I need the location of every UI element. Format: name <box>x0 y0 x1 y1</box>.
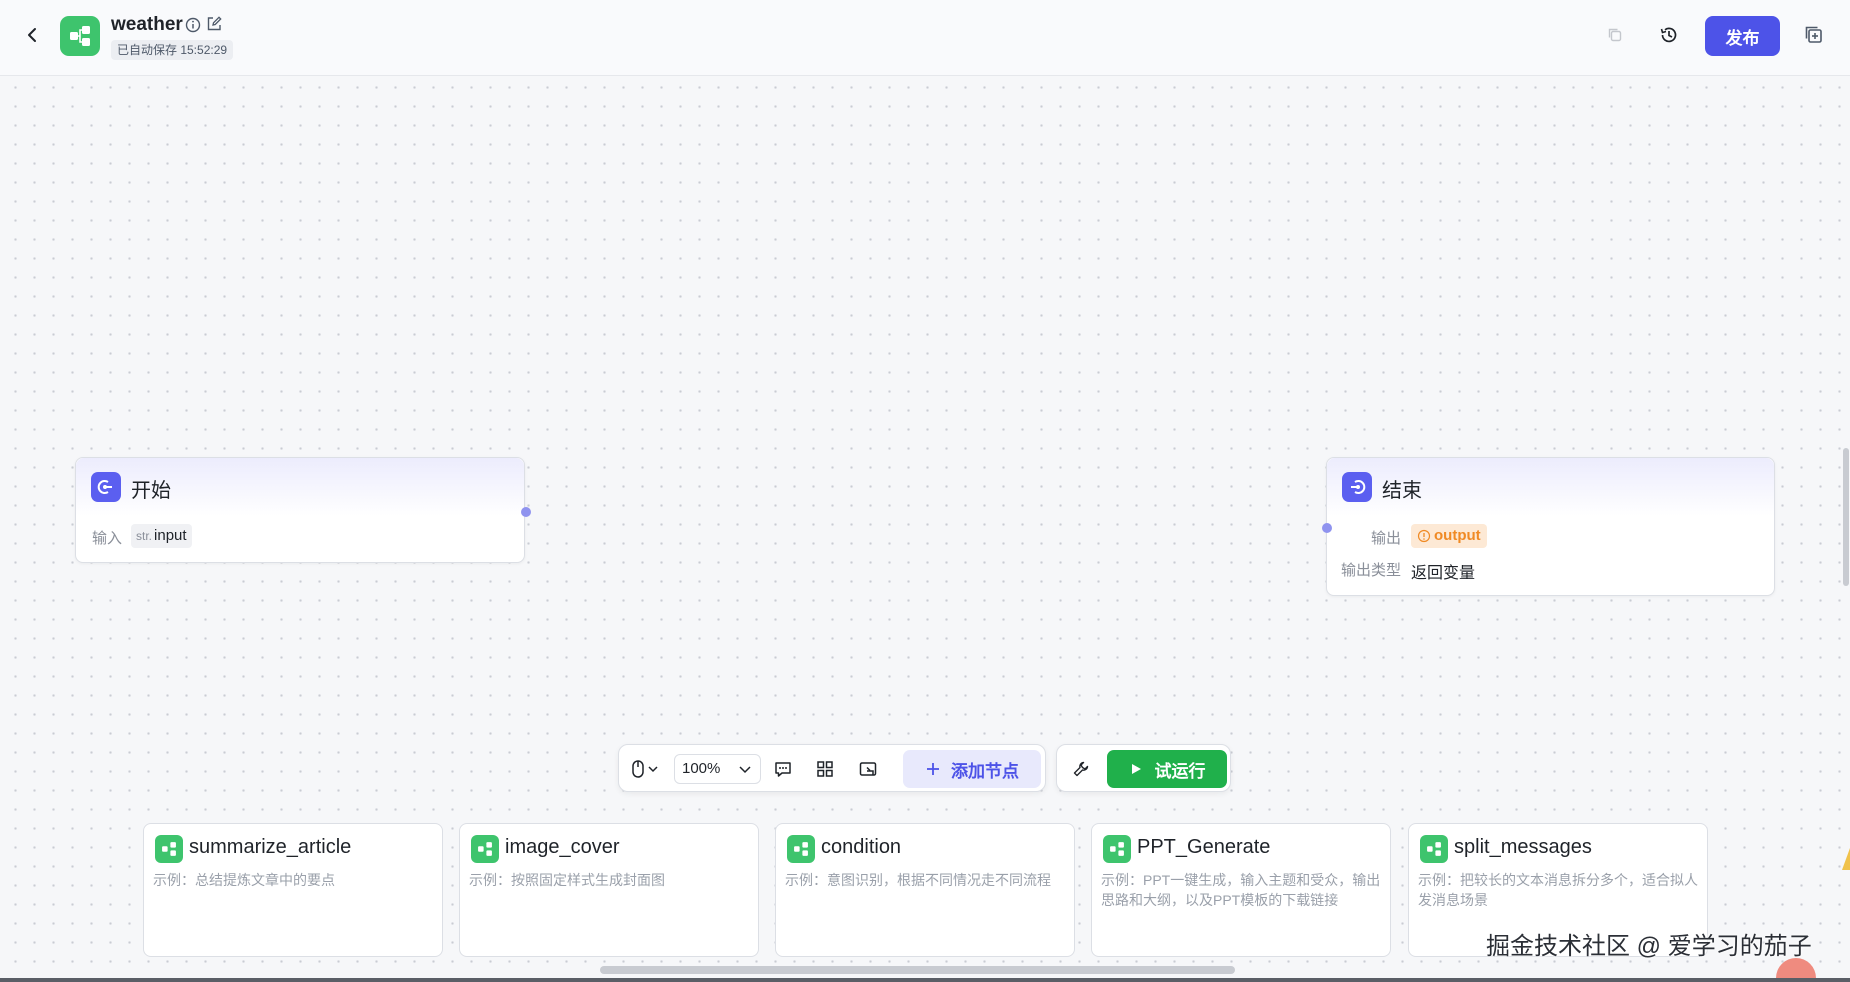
history-icon[interactable] <box>1656 22 1682 48</box>
output-type-value: 返回变量 <box>1411 565 1476 582</box>
minimap-icon[interactable] <box>856 757 880 781</box>
chevron-left-icon[interactable] <box>22 22 44 48</box>
zoom-select[interactable]: 100% <box>674 754 761 784</box>
copy-icon[interactable] <box>1602 22 1628 48</box>
add-node-label: 添加节点 <box>951 761 1019 781</box>
template-card[interactable]: condition 示例：意图识别，根据不同情况走不同流程 <box>775 823 1075 957</box>
template-desc: 示例：把较长的文本消息拆分多个，适合拟人发消息场景 <box>1418 872 1698 908</box>
template-title: image_cover <box>505 836 620 858</box>
template-card[interactable]: image_cover 示例：按照固定样式生成封面图 <box>459 823 759 957</box>
template-desc: 示例：按照固定样式生成封面图 <box>469 872 665 888</box>
output-variable-tag: output <box>1411 524 1487 548</box>
horizontal-scrollbar[interactable] <box>600 966 1235 974</box>
wrench-icon[interactable] <box>1069 757 1093 781</box>
top-header: weather 已自动保存 15:52:29 发布 <box>0 0 1850 76</box>
mouse-icon[interactable] <box>629 757 665 781</box>
input-label: 输入 <box>92 530 123 547</box>
template-title: PPT_Generate <box>1137 836 1271 858</box>
end-icon <box>1342 472 1372 502</box>
panel-icon[interactable] <box>1801 22 1827 48</box>
template-desc: 示例：总结提炼文章中的要点 <box>153 872 335 888</box>
workflow-icon <box>1103 835 1131 863</box>
workflow-app-icon <box>60 16 100 56</box>
start-icon <box>91 472 121 502</box>
end-node[interactable]: 结束 输出 output 输出类型 返回变量 <box>1326 457 1775 596</box>
variable-type: str. <box>136 529 153 543</box>
start-node-title: 开始 <box>131 480 171 502</box>
output-label: 输出 <box>1371 530 1402 547</box>
output-variable-name: output <box>1434 527 1481 544</box>
grid-icon[interactable] <box>813 757 837 781</box>
bottom-border <box>0 978 1850 982</box>
start-output-port[interactable] <box>521 507 531 517</box>
play-icon <box>1131 764 1141 774</box>
template-card[interactable]: summarize_article 示例：总结提炼文章中的要点 <box>143 823 443 957</box>
plus-icon <box>927 763 939 775</box>
template-desc: 示例：意图识别，根据不同情况走不同流程 <box>785 872 1051 888</box>
template-title: summarize_article <box>189 836 352 858</box>
input-variable-tag: str. input <box>131 524 192 548</box>
zoom-value: 100% <box>682 760 721 777</box>
chevron-down-icon <box>739 766 751 774</box>
workflow-icon <box>471 835 499 863</box>
autosave-status: 已自动保存 15:52:29 <box>111 40 234 60</box>
watermark: 掘金技术社区 @ 爱学习的茄子 <box>1486 933 1812 960</box>
output-type-label: 输出类型 <box>1341 562 1402 579</box>
end-input-port[interactable] <box>1322 523 1332 533</box>
workflow-icon <box>1420 835 1448 863</box>
canvas-toolbar: 100% 添加节点 <box>618 744 1046 792</box>
info-icon[interactable] <box>184 16 202 34</box>
warning-icon <box>1417 529 1431 543</box>
vertical-scrollbar[interactable] <box>1843 448 1849 586</box>
run-toolbar: 试运行 <box>1056 744 1231 792</box>
template-card[interactable]: PPT_Generate 示例：PPT一键生成，输入主题和受众，输出思路和大纲，… <box>1091 823 1391 957</box>
publish-button[interactable]: 发布 <box>1705 16 1780 56</box>
test-run-button[interactable]: 试运行 <box>1107 750 1227 788</box>
comment-icon[interactable] <box>771 757 795 781</box>
edit-icon[interactable] <box>205 15 223 33</box>
workflow-icon <box>155 835 183 863</box>
test-run-label: 试运行 <box>1154 761 1206 781</box>
add-node-button[interactable]: 添加节点 <box>903 750 1041 788</box>
end-node-title: 结束 <box>1382 480 1422 502</box>
start-node-header: 开始 <box>76 458 524 516</box>
edge-decoration <box>1842 848 1850 870</box>
template-title: condition <box>821 836 902 858</box>
workflow-icon <box>787 835 815 863</box>
variable-name: input <box>154 527 187 544</box>
end-node-header: 结束 <box>1327 458 1774 516</box>
start-node[interactable]: 开始 输入 str. input <box>75 457 525 563</box>
template-desc: 示例：PPT一键生成，输入主题和受众，输出思路和大纲，以及PPT模板的下载链接 <box>1101 872 1381 908</box>
workflow-title: weather <box>111 14 183 35</box>
template-title: split_messages <box>1454 836 1592 858</box>
